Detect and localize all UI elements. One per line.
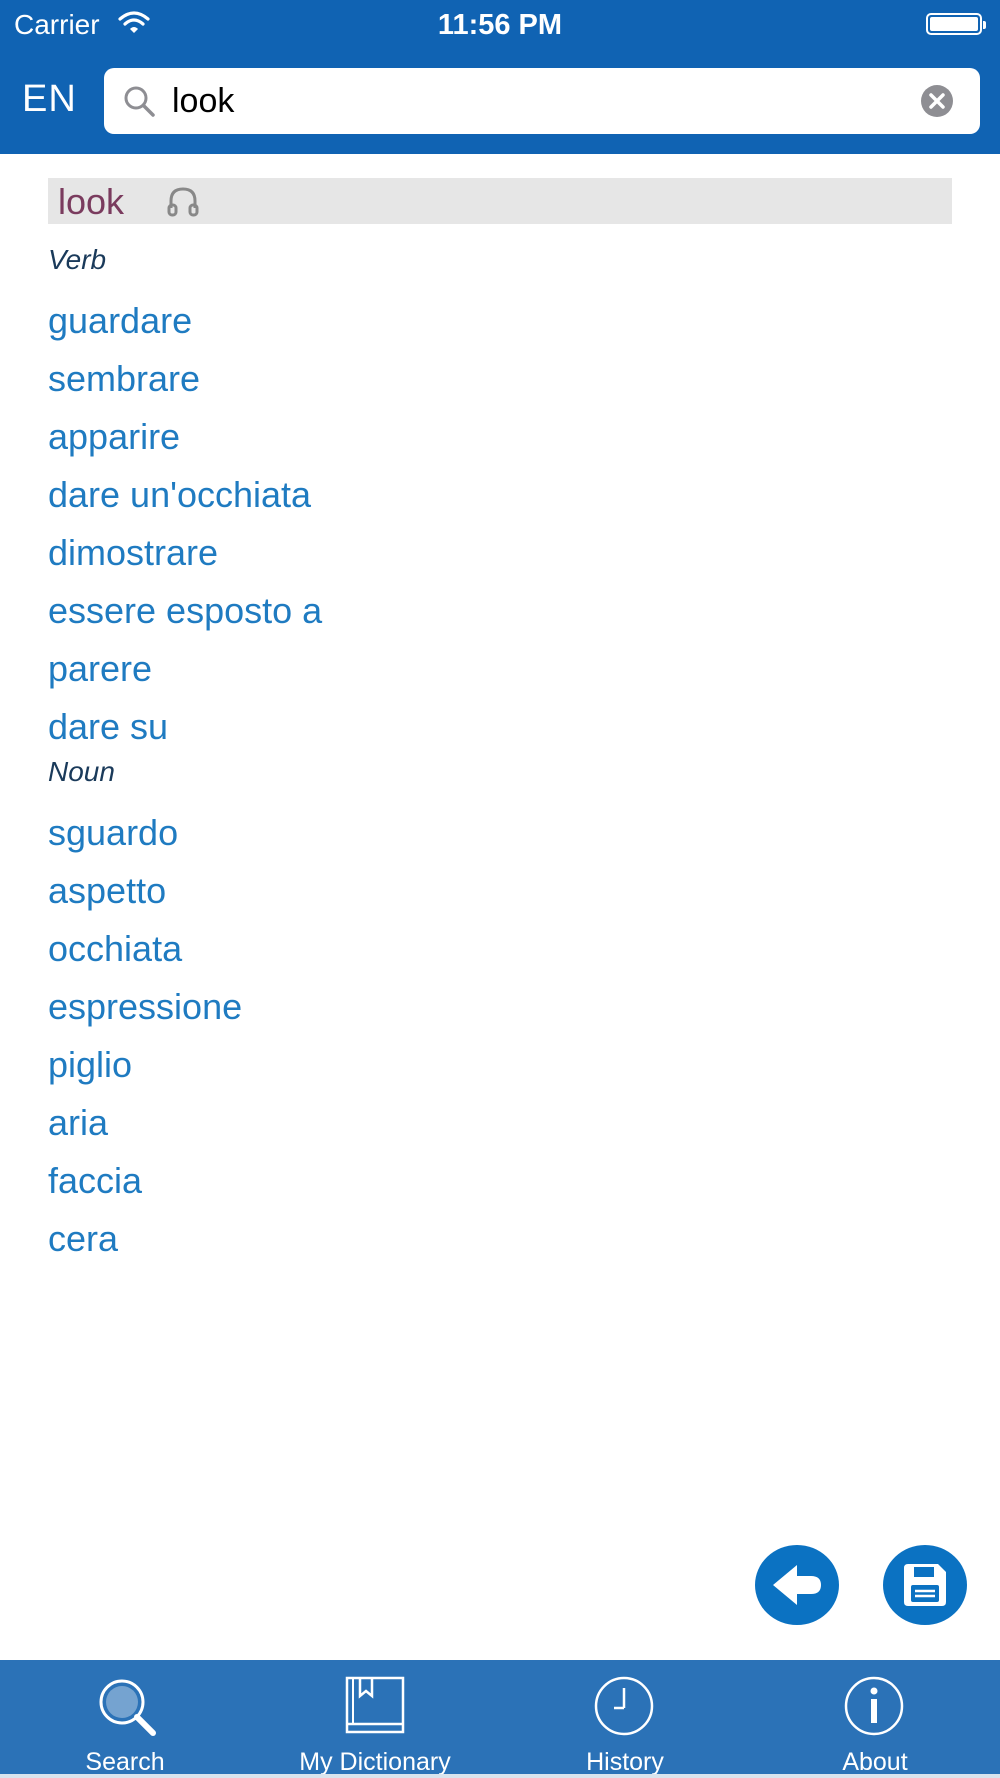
translation-link[interactable]: dare su	[48, 706, 168, 748]
pos-label-verb: Verb	[48, 244, 107, 275]
pos-label-noun: Noun	[48, 756, 115, 787]
headword: look	[58, 181, 125, 222]
home-indicator-strip	[0, 1774, 1000, 1778]
translation-link[interactable]: dare un'occhiata	[48, 474, 311, 516]
translation-link[interactable]: dimostrare	[48, 532, 218, 574]
floppy-disk-icon	[904, 1564, 946, 1606]
tab-label: About	[842, 1748, 908, 1776]
book-icon	[345, 1676, 405, 1734]
translation-link[interactable]: parere	[48, 648, 152, 690]
tab-bar: Search My Dictionary History About	[0, 1660, 1000, 1778]
info-icon	[844, 1676, 904, 1736]
headphones-icon[interactable]	[166, 184, 200, 223]
search-input[interactable]	[172, 78, 872, 124]
top-bar: Carrier 11:56 PM EN	[0, 0, 1000, 154]
translation-link[interactable]: aria	[48, 1102, 108, 1144]
headword-row: look	[48, 178, 952, 224]
clear-search-icon[interactable]	[920, 84, 954, 123]
search-icon	[122, 84, 158, 125]
translation-link[interactable]: essere esposto a	[48, 590, 322, 632]
tab-label: My Dictionary	[299, 1748, 451, 1776]
translation-link[interactable]: occhiata	[48, 928, 182, 970]
tab-search[interactable]: Search	[0, 1660, 250, 1778]
save-button[interactable]	[883, 1545, 967, 1625]
tab-my-dictionary[interactable]: My Dictionary	[250, 1660, 500, 1778]
translation-link[interactable]: espressione	[48, 986, 242, 1028]
tab-history[interactable]: History	[500, 1660, 750, 1778]
translation-link[interactable]: guardare	[48, 300, 192, 342]
back-button[interactable]	[755, 1545, 839, 1625]
back-arrow-icon	[773, 1565, 821, 1605]
search-bar[interactable]	[104, 68, 980, 134]
battery-icon	[926, 13, 986, 35]
clock-time: 11:56 PM	[437, 9, 563, 41]
translation-link[interactable]: cera	[48, 1218, 118, 1260]
tab-about[interactable]: About	[750, 1660, 1000, 1778]
translation-link[interactable]: apparire	[48, 416, 180, 458]
tab-label: Search	[85, 1748, 165, 1776]
translation-link[interactable]: faccia	[48, 1160, 142, 1202]
translation-link[interactable]: aspetto	[48, 870, 166, 912]
clock-icon	[594, 1676, 654, 1736]
tab-label: History	[586, 1748, 664, 1776]
language-toggle[interactable]: EN	[22, 78, 77, 121]
translation-link[interactable]: piglio	[48, 1044, 132, 1086]
search-icon	[99, 1679, 156, 1736]
status-bar: Carrier 11:56 PM	[0, 0, 1000, 52]
translation-link[interactable]: sembrare	[48, 358, 200, 400]
translation-link[interactable]: sguardo	[48, 812, 178, 854]
